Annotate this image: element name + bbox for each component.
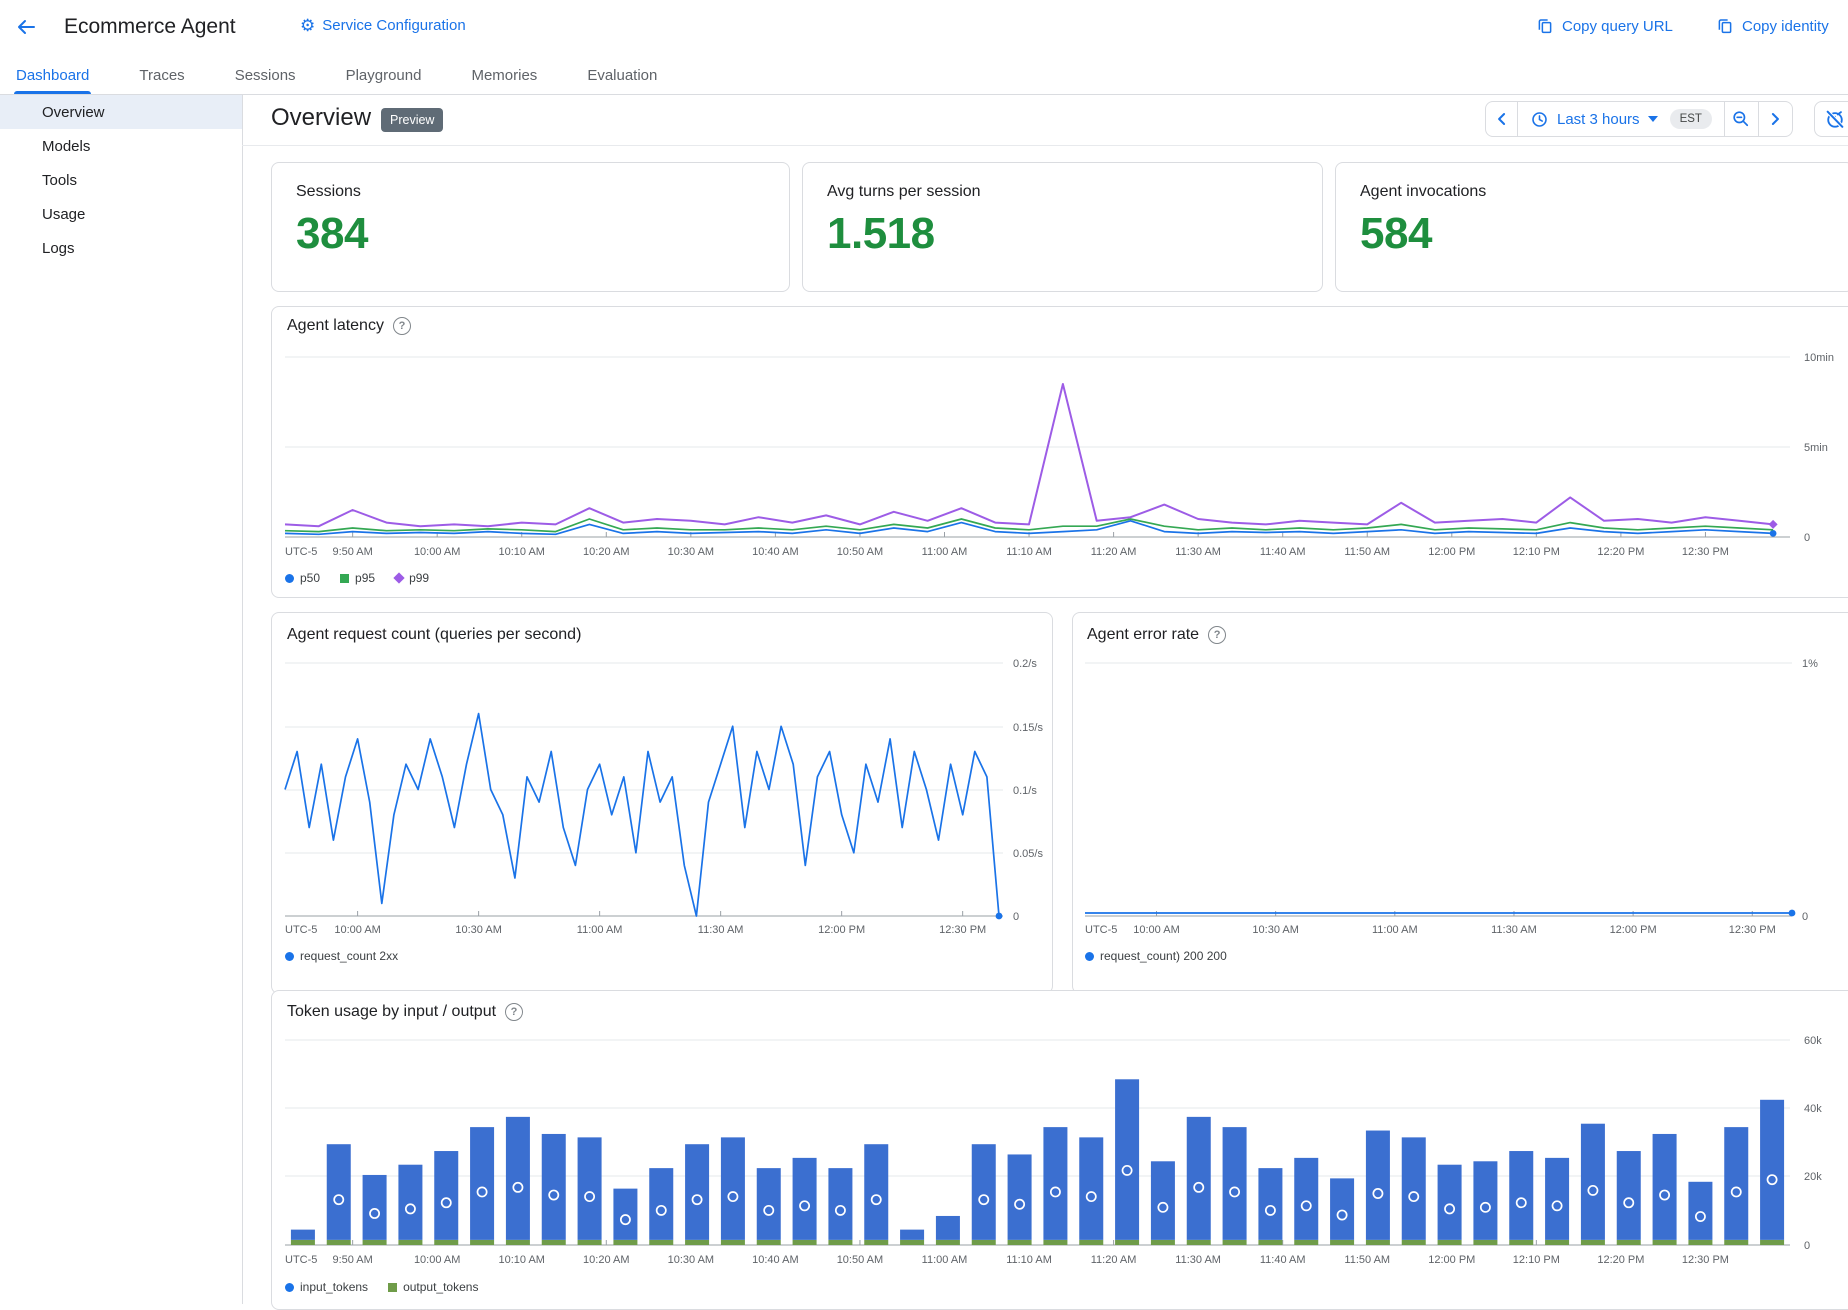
metric-card-sessions: Sessions 384 (271, 162, 790, 292)
tab-dashboard[interactable]: Dashboard (14, 56, 91, 94)
legend-label: input_tokens (300, 1280, 368, 1294)
agent-request-count-title: Agent request count (queries per second) (287, 626, 581, 644)
agent-latency-legend: p50 p95 p99 (285, 571, 429, 585)
time-range-label: Last 3 hours (1557, 111, 1640, 128)
copy-icon (1536, 17, 1554, 35)
series-dot-icon (1085, 952, 1094, 961)
copy-query-url-button[interactable]: Copy query URL (1536, 17, 1673, 35)
sidebar-item-logs[interactable]: Logs (0, 231, 242, 265)
app-bar: Ecommerce Agent ⚙︎ Service Configuration… (0, 0, 1848, 57)
clock-icon (1530, 110, 1549, 129)
legend-item-p95[interactable]: p95 (340, 571, 375, 585)
legend-label: request_count) 200 200 (1100, 949, 1227, 963)
legend-label: p99 (409, 571, 429, 585)
series-dot-icon (285, 952, 294, 961)
input-tokens-dot-icon (285, 1283, 294, 1292)
metric-label: Agent invocations (1360, 183, 1486, 201)
legend-item-error-series[interactable]: request_count) 200 200 (1085, 949, 1227, 963)
service-configuration-label: Service Configuration (322, 17, 465, 34)
chevron-left-icon (1492, 109, 1512, 129)
tab-bar: Dashboard Traces Sessions Playground Mem… (0, 56, 1848, 95)
panel-title-text: Token usage by input / output (287, 1003, 496, 1021)
metric-value: 584 (1360, 209, 1432, 259)
error-rate-legend: request_count) 200 200 (1085, 949, 1227, 963)
copy-identity-button[interactable]: Copy identity (1716, 17, 1829, 35)
copy-icon (1716, 17, 1734, 35)
gear-icon: ⚙︎ (300, 17, 315, 34)
time-range-dropdown[interactable]: Last 3 hours EST (1518, 102, 1724, 136)
agent-latency-panel (271, 306, 1848, 598)
sidebar: Overview Models Tools Usage Logs (0, 95, 243, 1304)
agent-error-rate-title: Agent error rate ? (1087, 626, 1226, 644)
help-icon[interactable]: ? (1208, 626, 1226, 644)
legend-item-output-tokens[interactable]: output_tokens (388, 1280, 478, 1294)
sidebar-item-tools[interactable]: Tools (0, 163, 242, 197)
auto-refresh-off-icon (1824, 108, 1846, 130)
p50-dot-icon (285, 574, 294, 583)
p95-square-icon (340, 574, 349, 583)
legend-label: request_count 2xx (300, 949, 398, 963)
tab-sessions[interactable]: Sessions (233, 56, 298, 94)
service-configuration-link[interactable]: ⚙︎ Service Configuration (300, 17, 466, 34)
sidebar-item-models[interactable]: Models (0, 129, 242, 163)
legend-label: output_tokens (403, 1280, 478, 1294)
agent-latency-title: Agent latency ? (287, 317, 411, 335)
token-usage-panel (271, 990, 1848, 1310)
chevron-right-icon (1765, 109, 1785, 129)
timezone-badge: EST (1670, 109, 1712, 129)
time-range-control: Last 3 hours EST (1485, 101, 1793, 137)
metric-value: 1.518 (827, 209, 935, 259)
legend-item-p50[interactable]: p50 (285, 571, 320, 585)
tab-evaluation[interactable]: Evaluation (585, 56, 659, 94)
auto-refresh-off-button[interactable] (1814, 101, 1848, 137)
legend-label: p95 (355, 571, 375, 585)
legend-label: p50 (300, 571, 320, 585)
zoom-out-icon (1731, 109, 1751, 129)
preview-badge: Preview (381, 108, 443, 132)
panel-title-text: Agent request count (queries per second) (287, 626, 581, 644)
legend-item-request-count[interactable]: request_count 2xx (285, 949, 398, 963)
zoom-out-button[interactable] (1725, 102, 1758, 136)
panel-title-text: Agent latency (287, 317, 384, 335)
help-icon[interactable]: ? (393, 317, 411, 335)
app-title: Ecommerce Agent (64, 15, 236, 39)
back-arrow-icon (14, 15, 38, 39)
metric-label: Avg turns per session (827, 183, 981, 201)
time-forward-button[interactable] (1759, 102, 1792, 136)
sidebar-item-usage[interactable]: Usage (0, 197, 242, 231)
metric-card-invocations: Agent invocations 584 (1335, 162, 1848, 292)
page-title: Overview (271, 104, 371, 132)
copy-identity-label: Copy identity (1742, 18, 1829, 35)
metric-card-avg-turns: Avg turns per session 1.518 (802, 162, 1323, 292)
legend-item-p99[interactable]: p99 (395, 571, 429, 585)
request-count-legend: request_count 2xx (285, 949, 398, 963)
tab-playground[interactable]: Playground (344, 56, 424, 94)
metric-label: Sessions (296, 183, 361, 201)
p99-diamond-icon (393, 572, 404, 583)
legend-item-input-tokens[interactable]: input_tokens (285, 1280, 368, 1294)
tab-traces[interactable]: Traces (137, 56, 186, 94)
agent-request-count-panel (271, 612, 1053, 994)
time-back-button[interactable] (1486, 102, 1517, 136)
panel-title-text: Agent error rate (1087, 626, 1199, 644)
output-tokens-square-icon (388, 1283, 397, 1292)
page-head-divider (242, 145, 1848, 146)
back-button[interactable] (12, 14, 40, 42)
caret-down-icon (1648, 116, 1658, 122)
agent-error-rate-panel (1072, 612, 1848, 994)
token-usage-legend: input_tokens output_tokens (285, 1280, 478, 1294)
copy-query-url-label: Copy query URL (1562, 18, 1673, 35)
tab-memories[interactable]: Memories (469, 56, 539, 94)
metric-value: 384 (296, 209, 368, 259)
sidebar-item-overview[interactable]: Overview (0, 95, 242, 129)
token-usage-title: Token usage by input / output ? (287, 1003, 523, 1021)
help-icon[interactable]: ? (505, 1003, 523, 1021)
